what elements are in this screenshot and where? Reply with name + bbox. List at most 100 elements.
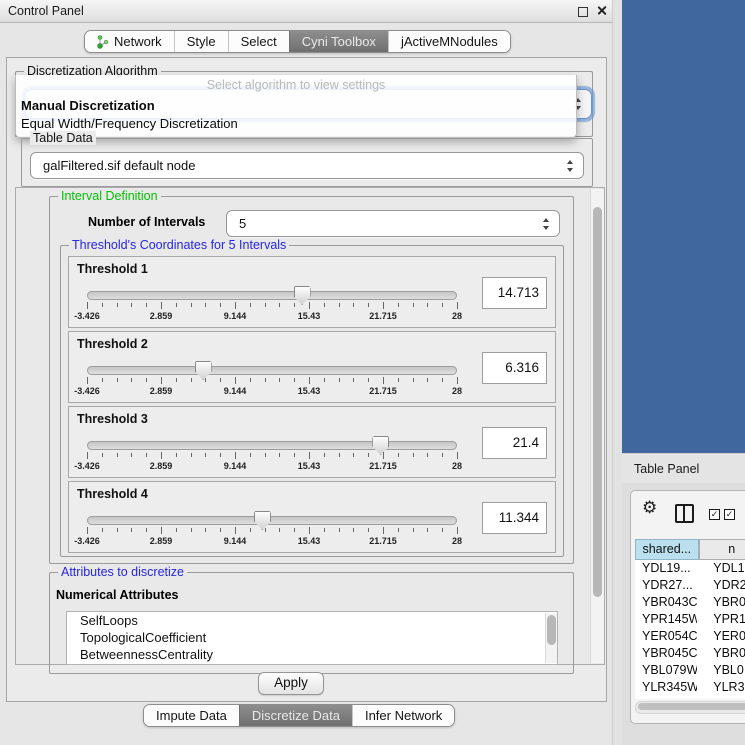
slider-tick (294, 303, 295, 307)
slider-tick (146, 453, 147, 457)
number-of-intervals-combobox[interactable]: 5 (226, 210, 560, 237)
attributes-scrollbar-thumb[interactable] (547, 615, 556, 645)
slider-tick (131, 528, 132, 532)
settings-scrollbar[interactable] (590, 189, 604, 663)
cell-shared-name: YPR145W (635, 611, 697, 628)
slider-tick (368, 528, 369, 532)
table-row[interactable]: YBR045CYBR0 (635, 645, 745, 662)
close-icon[interactable] (596, 5, 607, 16)
tab-style[interactable]: Style (174, 31, 228, 52)
apply-button[interactable]: Apply (258, 672, 324, 695)
slider-track[interactable] (87, 291, 457, 300)
slider-tick (146, 528, 147, 532)
attribute-item-topologicalcoefficient[interactable]: TopologicalCoefficient (67, 629, 557, 646)
column-header-shared-[interactable]: shared... (635, 539, 699, 560)
interval-definition-group: Interval Definition Number of Intervals … (49, 196, 574, 564)
table-data-combobox[interactable]: galFiltered.sif default node (30, 152, 584, 179)
slider-tick-label: 15.43 (298, 461, 321, 471)
table-row[interactable]: YDL19...YDL1 (635, 560, 745, 577)
algorithm-option-manual-discretization[interactable]: Manual Discretization (21, 98, 155, 113)
attributes-list-scrollbar[interactable] (545, 613, 557, 663)
slider-tick (235, 302, 236, 309)
node-attribute-table[interactable]: shared...n YDL19...YDL1YDR27...YDR2YBR04… (635, 539, 745, 699)
numerical-attributes-list[interactable]: SelfLoopsTopologicalCoefficientBetweenne… (66, 611, 558, 665)
tab-infer-network[interactable]: Infer Network (352, 705, 454, 726)
slider-tick (309, 377, 310, 384)
table-data-group: Table Data galFiltered.sif default node (21, 138, 593, 187)
slider-tick (383, 527, 384, 534)
cell-shared-name: YBR045C (635, 645, 697, 662)
tab-label: Cyni Toolbox (302, 32, 376, 52)
threshold-slider[interactable]: -3.4262.8599.14415.4321.71528 (87, 285, 457, 323)
tab-network[interactable]: Network (85, 31, 174, 52)
slider-tick (353, 453, 354, 457)
slider-tick (294, 378, 295, 382)
slider-tick-label: 21.715 (369, 311, 397, 321)
cell-shared-name: YDL19... (635, 560, 697, 577)
slider-tick-label: 28 (452, 536, 462, 546)
threshold-panel-3: Threshold 3-3.4262.8599.14415.4321.71528… (68, 406, 556, 478)
slider-tick-labels: -3.4262.8599.14415.4321.71528 (87, 461, 457, 472)
slider-tick (339, 528, 340, 532)
threshold-value-field[interactable]: 11.344 (482, 502, 547, 534)
table-horizontal-scrollbar[interactable] (635, 701, 745, 714)
slider-tick (250, 528, 251, 532)
attribute-item-betweennesscentrality[interactable]: BetweennessCentrality (67, 646, 557, 663)
slider-tick-label: 21.715 (369, 386, 397, 396)
threshold-value-field[interactable]: 21.4 (482, 427, 547, 459)
gear-icon[interactable]: ⚙ (642, 498, 657, 518)
column-header-n[interactable]: n (699, 539, 745, 560)
slider-tick (265, 378, 266, 382)
threshold-value-field[interactable]: 14.713 (482, 277, 547, 309)
slider-tick (309, 302, 310, 309)
slider-track[interactable] (87, 366, 457, 375)
table-row[interactable]: YBL079WYBL0 (635, 662, 745, 679)
threshold-slider[interactable]: -3.4262.8599.14415.4321.71528 (87, 435, 457, 473)
tab-impute-data[interactable]: Impute Data (144, 705, 239, 726)
tab-jactivemnodules[interactable]: jActiveMNodules (388, 31, 510, 52)
slider-tick (87, 452, 88, 459)
slider-tick (191, 528, 192, 532)
float-window-icon[interactable] (578, 7, 588, 17)
slider-track[interactable] (87, 516, 457, 525)
slider-tick (117, 303, 118, 307)
slider-tick (442, 453, 443, 457)
table-row[interactable]: YIL053CYIL0 (635, 696, 745, 699)
slider-tick (117, 378, 118, 382)
slider-tick (205, 378, 206, 382)
cell-name: YBL0 (697, 662, 745, 679)
slider-tick (279, 528, 280, 532)
threshold-slider[interactable]: -3.4262.8599.14415.4321.71528 (87, 360, 457, 398)
slider-tick (442, 378, 443, 382)
attribute-item-selfloops[interactable]: SelfLoops (67, 612, 557, 629)
tab-discretize-data[interactable]: Discretize Data (239, 705, 352, 726)
slider-track[interactable] (87, 441, 457, 450)
slider-tick (117, 528, 118, 532)
checkbox-icon[interactable]: ✓ (709, 509, 720, 520)
slider-tick-label: -3.426 (74, 461, 100, 471)
slider-tick (279, 378, 280, 382)
table-row[interactable]: YDR27...YDR2 (635, 577, 745, 594)
slider-tick (102, 528, 103, 532)
table-row[interactable]: YPR145WYPR1 (635, 611, 745, 628)
threshold-value-field[interactable]: 6.316 (482, 352, 547, 384)
algorithm-option-equal-width-frequency-discretization[interactable]: Equal Width/Frequency Discretization (21, 116, 238, 131)
slider-tick (235, 377, 236, 384)
columns-icon[interactable] (675, 504, 694, 523)
tab-cyni-toolbox[interactable]: Cyni Toolbox (289, 31, 388, 52)
checkbox-icon[interactable]: ✓ (724, 509, 735, 520)
slider-tick (457, 452, 458, 459)
slider-tick (324, 303, 325, 307)
settings-scrollbar-thumb[interactable] (593, 207, 602, 597)
slider-ticks (87, 452, 457, 460)
table-row[interactable]: YBR043CYBR0 (635, 594, 745, 611)
table-scrollbar-thumb[interactable] (638, 703, 745, 710)
table-row[interactable]: YER054CYER0 (635, 628, 745, 645)
table-row[interactable]: YLR345WYLR3 (635, 679, 745, 696)
slider-tick-label: 15.43 (298, 311, 321, 321)
slider-tick (161, 527, 162, 534)
slider-tick-label: 9.144 (224, 386, 247, 396)
threshold-slider[interactable]: -3.4262.8599.14415.4321.71528 (87, 510, 457, 548)
tab-label: Infer Network (365, 706, 442, 726)
tab-select[interactable]: Select (228, 31, 289, 52)
